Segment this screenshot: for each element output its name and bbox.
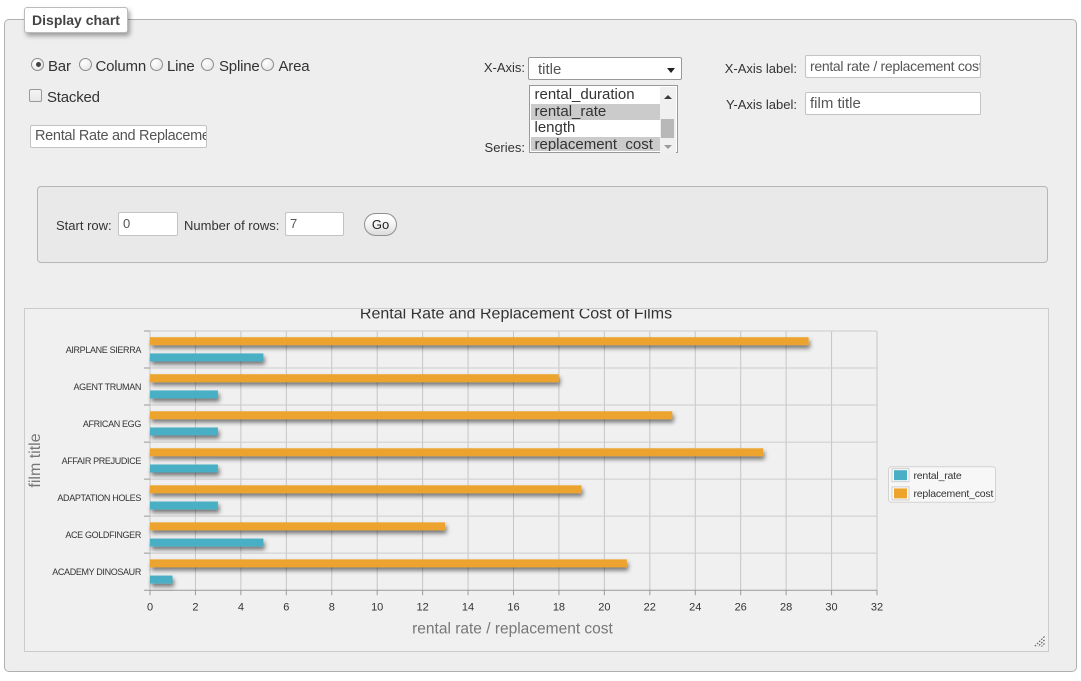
svg-text:8: 8 xyxy=(329,602,335,614)
svg-text:22: 22 xyxy=(644,602,656,614)
svg-text:32: 32 xyxy=(871,602,883,614)
svg-text:ADAPTATION HOLES: ADAPTATION HOLES xyxy=(57,493,141,503)
svg-text:rental_rate: rental_rate xyxy=(914,470,962,482)
svg-text:ACE GOLDFINGER: ACE GOLDFINGER xyxy=(65,530,141,540)
svg-text:AGENT TRUMAN: AGENT TRUMAN xyxy=(74,382,141,392)
svg-text:30: 30 xyxy=(825,602,837,614)
svg-text:24: 24 xyxy=(689,602,701,614)
svg-text:0: 0 xyxy=(147,602,153,614)
svg-text:26: 26 xyxy=(735,602,747,614)
svg-text:10: 10 xyxy=(371,602,383,614)
svg-text:ACADEMY DINOSAUR: ACADEMY DINOSAUR xyxy=(52,567,142,577)
svg-text:AFRICAN EGG: AFRICAN EGG xyxy=(83,419,142,429)
svg-text:AFFAIR PREJUDICE: AFFAIR PREJUDICE xyxy=(62,456,142,466)
svg-text:film title: film title xyxy=(27,433,44,487)
svg-text:rental rate / replacement cost: rental rate / replacement cost xyxy=(412,621,613,638)
svg-text:AIRPLANE SIERRA: AIRPLANE SIERRA xyxy=(66,345,142,355)
svg-text:replacement_cost: replacement_cost xyxy=(914,488,994,500)
svg-text:16: 16 xyxy=(507,602,519,614)
svg-text:Rental Rate and Replacement Co: Rental Rate and Replacement Cost of Film… xyxy=(360,309,672,323)
svg-text:18: 18 xyxy=(553,602,565,614)
svg-text:2: 2 xyxy=(192,602,198,614)
svg-text:14: 14 xyxy=(462,602,474,614)
svg-text:28: 28 xyxy=(780,602,792,614)
svg-text:12: 12 xyxy=(416,602,428,614)
svg-text:20: 20 xyxy=(598,602,610,614)
svg-text:4: 4 xyxy=(238,602,244,614)
svg-text:6: 6 xyxy=(283,602,289,614)
